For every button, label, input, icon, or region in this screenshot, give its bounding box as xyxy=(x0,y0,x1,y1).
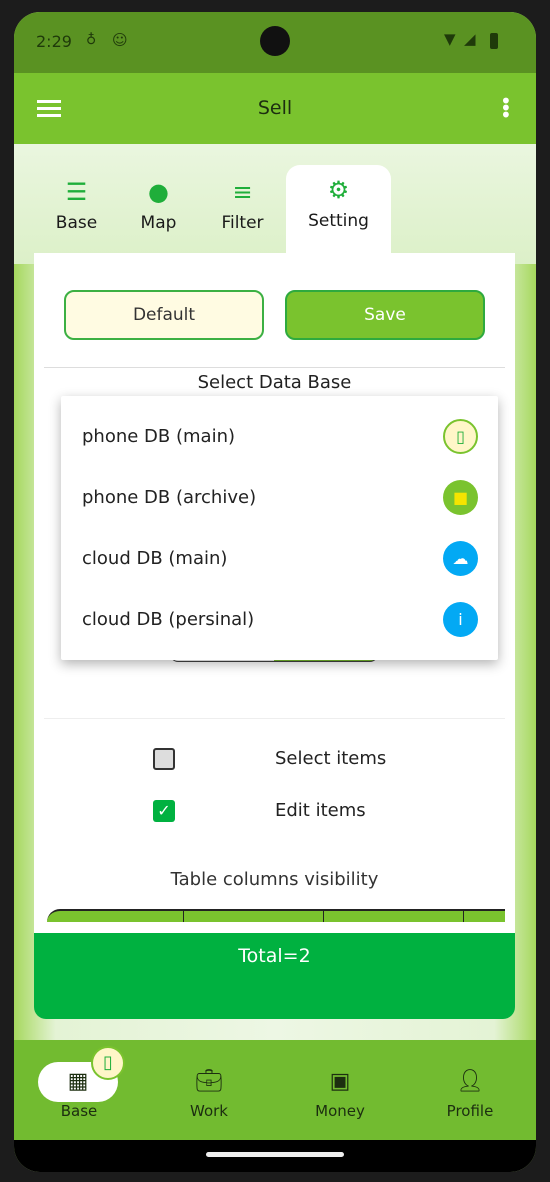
nav-profile[interactable]: 👤︎ Profile xyxy=(405,1040,535,1120)
db-option-cloud-personal[interactable]: cloud DB (persinal) i xyxy=(61,589,498,650)
wifi-icon: ▼ xyxy=(444,30,456,48)
option-label: phone DB (archive) xyxy=(82,487,257,508)
total-bar: Total=2 xyxy=(34,933,515,1019)
tab-setting[interactable]: ⚙ Setting xyxy=(286,165,391,255)
signal-icon: ◢ xyxy=(464,30,476,48)
screen: 2:29 ♁ ☺ ▼ ◢ Sell • • • ☰ Base ● Map ≡ Filter… xyxy=(14,12,536,1172)
nav-work[interactable]: 💼︎ Work xyxy=(144,1040,274,1120)
page-title: Sell xyxy=(257,97,293,119)
camera-cutout xyxy=(260,26,290,56)
tab-label: Setting xyxy=(308,211,369,231)
nav-money[interactable]: ▣ Money xyxy=(275,1040,405,1120)
db-option-cloud-main[interactable]: cloud DB (main) ☁ xyxy=(61,528,498,589)
nav-base[interactable]: ▦ Base ▯ xyxy=(14,1040,144,1120)
edit-items-label: Edit items xyxy=(275,800,366,821)
cloud-check-icon: ☁ xyxy=(443,541,478,576)
edit-items-checkbox[interactable]: ✓ xyxy=(153,800,175,822)
default-button[interactable]: Default xyxy=(64,290,264,340)
filter-icon: ≡ xyxy=(232,178,253,206)
phone-icon: ▯ xyxy=(443,419,478,454)
gesture-bar xyxy=(14,1140,536,1172)
bottom-nav: ▦ Base ▯ 💼︎ Work ▣ Money 👤︎ Profile xyxy=(14,1040,536,1140)
nav-label: Money xyxy=(315,1102,365,1120)
nav-label: Profile xyxy=(446,1102,494,1120)
columns-table-header[interactable] xyxy=(47,909,505,922)
tab-label: Filter xyxy=(221,213,264,233)
db-option-phone-main[interactable]: phone DB (main) ▯ xyxy=(61,406,498,467)
gear-sparkle-icon: ⚙ xyxy=(327,176,350,204)
select-db-title: Select Data Base xyxy=(197,372,352,393)
tab-filter[interactable]: ≡ Filter xyxy=(190,167,295,257)
battery-icon xyxy=(490,33,498,49)
home-indicator[interactable] xyxy=(206,1152,344,1157)
face-icon: ☺ xyxy=(112,31,128,49)
more-options-icon[interactable]: • • • xyxy=(500,91,512,125)
db-dropdown-menu: phone DB (main) ▯ phone DB (archive) ■ clo… xyxy=(61,396,498,660)
status-time: 2:29 xyxy=(36,32,72,51)
option-label: cloud DB (main) xyxy=(82,548,228,569)
tab-label: Base xyxy=(55,213,98,233)
divider xyxy=(44,367,505,368)
select-items-label: Select items xyxy=(275,748,387,769)
save-button[interactable]: Save xyxy=(285,290,485,340)
profile-icon: 👤︎ xyxy=(456,1069,484,1094)
option-label: phone DB (main) xyxy=(82,426,235,447)
nav-label: Base xyxy=(60,1102,98,1120)
select-items-checkbox[interactable] xyxy=(153,748,175,770)
app-bar: Sell • • • xyxy=(14,73,536,144)
status-bar: 2:29 ♁ ☺ ▼ ◢ xyxy=(14,12,536,73)
money-icon: ▣ xyxy=(329,1069,351,1094)
archive-icon: ■ xyxy=(443,480,478,515)
notification-icon: ♁ xyxy=(86,32,97,48)
nav-label: Work xyxy=(190,1102,228,1120)
person-icon: i xyxy=(443,602,478,637)
phone-badge-icon: ▯ xyxy=(91,1046,125,1080)
table-columns-title: Table columns visibility xyxy=(170,869,379,890)
divider xyxy=(44,718,505,719)
tab-label: Map xyxy=(140,213,177,233)
option-label: cloud DB (persinal) xyxy=(82,609,255,630)
briefcase-icon: 💼︎ xyxy=(195,1069,223,1094)
db-option-phone-archive[interactable]: phone DB (archive) ■ xyxy=(61,467,498,528)
